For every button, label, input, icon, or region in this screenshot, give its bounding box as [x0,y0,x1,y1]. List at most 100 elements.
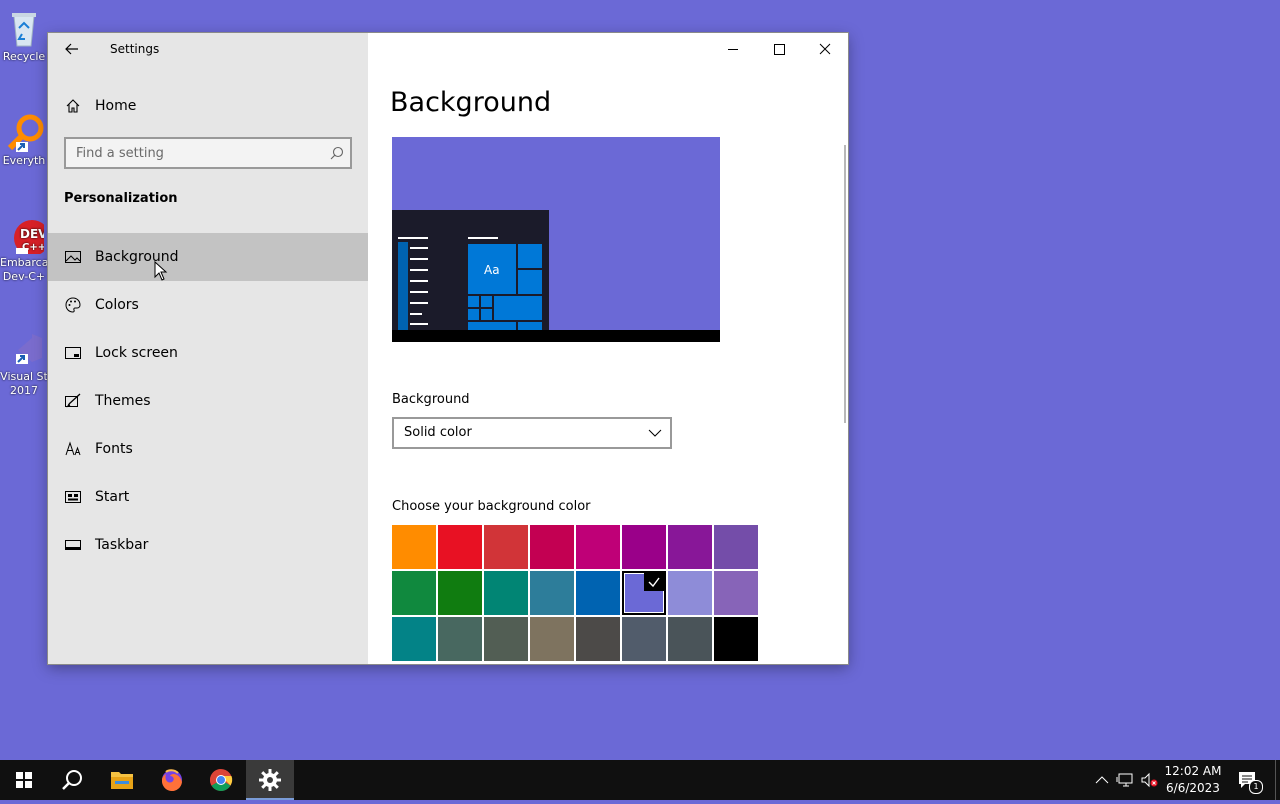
color-swatch[interactable] [668,617,712,661]
title-bar[interactable]: Settings [48,33,368,65]
maximize-button[interactable] [756,33,802,65]
nav-item-label: Lock screen [95,345,178,361]
action-center-button[interactable]: 1 [1236,768,1263,794]
clock-time: 12:02 AM [1164,764,1222,778]
network-icon [1116,773,1133,787]
color-swatch[interactable] [392,525,436,569]
start-icon [65,489,81,505]
nav-item-label: Start [95,489,130,505]
firefox-icon [161,769,182,792]
lock-screen-icon [65,345,81,361]
desktop-icon-label: Embarca Dev-C+ [0,256,48,283]
taskbar-icon [65,537,81,553]
preview-start-menu: Aa [392,210,549,330]
chrome-button[interactable] [197,760,245,800]
windows-logo-icon [16,772,32,788]
nav-home[interactable]: Home [48,90,368,122]
nav-item-taskbar[interactable]: Taskbar [48,521,368,569]
color-swatch[interactable] [714,571,758,615]
search-icon [62,770,82,790]
nav-item-themes[interactable]: Themes [48,377,368,425]
background-type-dropdown[interactable]: Solid color [392,417,672,449]
close-button[interactable] [802,33,848,65]
brush-icon [65,393,81,409]
arrow-left-icon [65,43,78,55]
nav-list: Background Colors Lock screen Themes Fon… [48,233,368,569]
home-icon [65,98,81,118]
color-swatch[interactable] [714,617,758,661]
chevron-up-icon [1095,776,1109,784]
show-desktop-button[interactable] [1275,760,1280,800]
color-swatch[interactable] [668,525,712,569]
nav-item-colors[interactable]: Colors [48,281,368,329]
color-swatch[interactable] [392,617,436,661]
svg-text:DEV: DEV [20,227,44,241]
color-swatch[interactable] [576,525,620,569]
checkmark-icon [644,573,664,591]
color-swatch[interactable] [438,571,482,615]
desktop-icon-everything[interactable]: Everyth [0,112,48,168]
font-icon [65,441,81,457]
search-input[interactable] [66,139,316,167]
minimize-icon [728,49,738,50]
chevron-down-icon [648,427,662,443]
color-swatch[interactable] [530,525,574,569]
background-type-label: Background [392,392,470,407]
settings-taskbar-button[interactable] [246,760,294,800]
search-taskbar-button[interactable] [48,760,96,800]
scrollbar[interactable] [844,145,846,423]
content-pane: Background Aa Background Solid color Cho… [368,33,848,664]
nav-home-label: Home [95,98,137,114]
desktop-icon-visual-studio[interactable]: Visual St 2017 [0,328,48,398]
window-title: Settings [110,42,160,56]
palette-icon [65,297,81,313]
nav-item-label: Colors [95,297,139,313]
color-swatch[interactable] [576,617,620,661]
search-box[interactable] [64,137,352,169]
close-icon [819,43,831,55]
file-explorer-button[interactable] [98,760,146,800]
color-swatch[interactable] [622,571,666,615]
color-swatch[interactable] [714,525,758,569]
minimize-button[interactable] [710,33,756,65]
color-swatch[interactable] [622,617,666,661]
desktop-icon-label: Visual St 2017 [0,370,48,397]
network-tray-button[interactable] [1116,770,1136,790]
desktop-icon-recycle-bin[interactable]: Recycle [0,8,48,64]
search-icon[interactable] [330,146,344,164]
nav-item-label: Themes [95,393,151,409]
window-controls [710,33,848,65]
color-swatch[interactable] [484,525,528,569]
section-title: Personalization [64,191,178,206]
color-swatch[interactable] [438,525,482,569]
firefox-button[interactable] [148,760,196,800]
start-button[interactable] [0,760,48,800]
color-swatch[interactable] [668,571,712,615]
color-swatch[interactable] [392,571,436,615]
volume-tray-button[interactable] [1140,770,1160,790]
color-swatch[interactable] [530,617,574,661]
volume-muted-icon [1141,772,1158,788]
color-swatch[interactable] [622,525,666,569]
color-swatch[interactable] [530,571,574,615]
desktop-icon-label: Everyth [2,154,46,167]
recycle-bin-icon [4,8,44,48]
clock[interactable]: 12:02 AM 6/6/2023 [1160,763,1226,797]
color-swatch[interactable] [576,571,620,615]
color-swatch[interactable] [438,617,482,661]
back-button[interactable] [62,39,82,59]
devcpp-icon: DEV C++ [4,214,50,258]
folder-icon [111,772,133,789]
desktop-icon-embarcadero[interactable]: DEV C++ Embarca Dev-C+ [0,214,50,284]
nav-item-lock-screen[interactable]: Lock screen [48,329,368,377]
color-swatch[interactable] [484,617,528,661]
dropdown-value: Solid color [404,425,472,440]
nav-item-start[interactable]: Start [48,473,368,521]
preview-taskbar [392,330,720,342]
desktop-icon-label: Recycle [2,50,46,63]
nav-item-fonts[interactable]: Fonts [48,425,368,473]
color-swatch[interactable] [484,571,528,615]
show-hidden-icons-button[interactable] [1092,770,1112,790]
picture-icon [65,249,81,265]
nav-item-background[interactable]: Background [48,233,368,281]
